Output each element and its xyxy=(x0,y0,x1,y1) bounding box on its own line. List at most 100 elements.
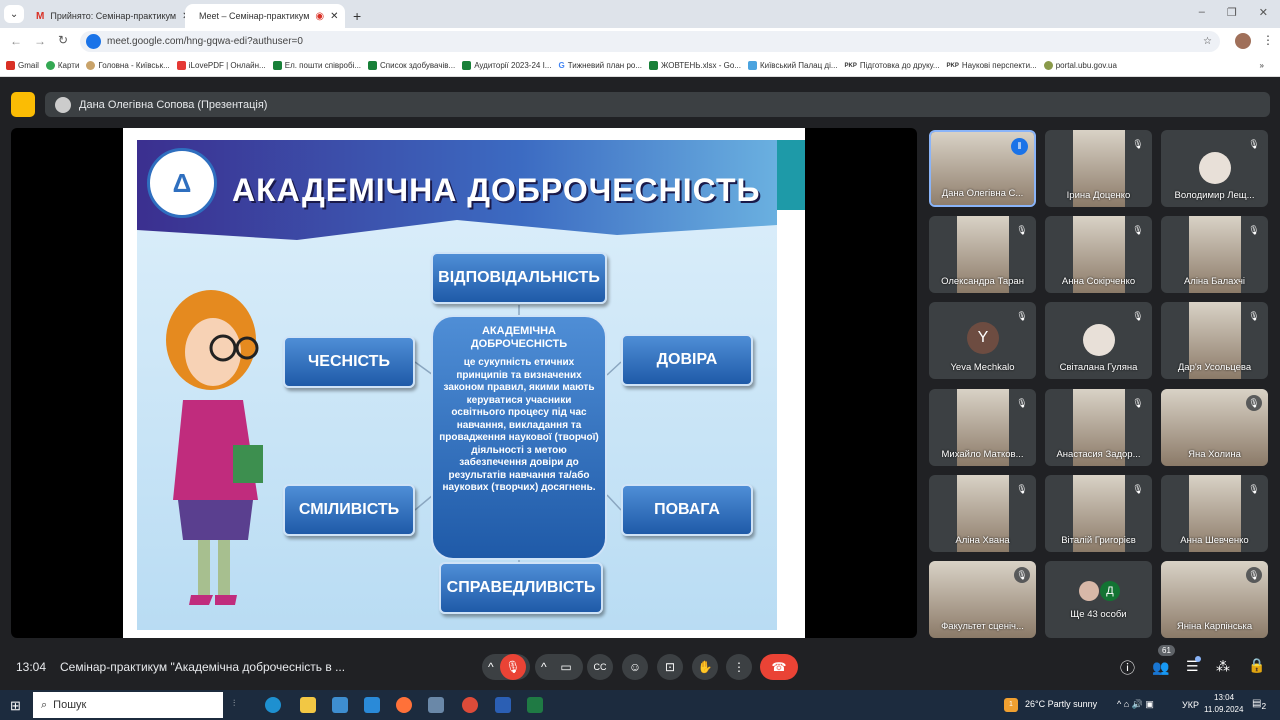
participant-name: Олександра Таран xyxy=(941,276,1024,287)
address-bar[interactable]: meet.google.com/hng-gqwa-edi?authuser=0 … xyxy=(80,31,1220,52)
value-box: ДОВІРА xyxy=(621,334,753,386)
taskbar-search[interactable]: ⌕ Пошук xyxy=(33,692,223,718)
excel-icon[interactable] xyxy=(527,697,543,713)
bookmark-item[interactable]: PKP Підготовка до друку... xyxy=(845,61,940,70)
participant-name: Володимир Лещ... xyxy=(1174,190,1255,201)
present-icon: ⊡ xyxy=(664,660,676,674)
windows-taskbar: ⊞ ⌕ Пошук ⫶ 1 26°C Partly sunny ^ ⌂ 🔊 ▣ У… xyxy=(0,690,1280,720)
profile-avatar[interactable] xyxy=(1235,33,1251,49)
back-button[interactable]: ← xyxy=(10,34,22,48)
tray-icons[interactable]: ^ ⌂ 🔊 ▣ xyxy=(1117,699,1154,710)
maps-icon xyxy=(45,61,55,70)
bookmark-star-icon[interactable]: ☆ xyxy=(1203,36,1212,47)
bookmark-item[interactable]: Gmail xyxy=(6,61,39,70)
mic-off-icon: 🎙 xyxy=(1130,222,1146,238)
camera-button[interactable]: ▭ xyxy=(553,654,579,680)
present-button[interactable]: ⊡ xyxy=(657,654,683,680)
chrome-icon[interactable] xyxy=(462,697,478,713)
participant-tile[interactable]: 🎙 Ірина Доценко xyxy=(1045,130,1152,207)
file-explorer-icon[interactable] xyxy=(300,697,316,713)
notifications-button[interactable]: ▤2 xyxy=(1252,698,1266,711)
info-button[interactable]: ⓘ xyxy=(1120,657,1135,678)
participant-tile[interactable]: 🎙 Віталій Григорієв xyxy=(1045,475,1152,552)
participant-tile[interactable]: 🎙 Світалана Гуляна xyxy=(1045,302,1152,379)
more-participants-tile[interactable]: Д Ще 43 особи xyxy=(1045,561,1152,638)
app-icon[interactable] xyxy=(428,697,444,713)
participant-tile[interactable]: ⦀ Дана Олегівна С... xyxy=(929,130,1036,207)
bookmark-item[interactable]: Головна - Київськ... xyxy=(86,61,170,70)
mic-off-icon: 🎙 xyxy=(505,660,521,674)
host-controls-button[interactable]: 🔒 xyxy=(1248,657,1265,674)
tab-meet[interactable]: Meet – Семінар-практикум ◉ ✕ xyxy=(185,4,345,28)
participant-tile[interactable]: 🎙 Анна Шевченко xyxy=(1161,475,1268,552)
firefox-icon[interactable] xyxy=(396,697,412,713)
people-button[interactable]: 👥 xyxy=(1152,659,1169,676)
mail-icon[interactable] xyxy=(364,697,380,713)
participant-tile[interactable]: 🎙 Анастасия Задор... xyxy=(1045,389,1152,466)
slide-content: Δ АКАДЕМІЧНА ДОБРОЧЕСНІСТЬ ВІДПОВІДАЛЬНІ… xyxy=(137,140,777,630)
value-box: ЧЕСНІСТЬ xyxy=(283,336,415,388)
tab-search-button[interactable]: ⌄ xyxy=(4,5,24,23)
emoji-button[interactable]: ☺ xyxy=(622,654,648,680)
participant-tile[interactable]: Y 🎙 Yeva Mechkalo xyxy=(929,302,1036,379)
store-icon[interactable] xyxy=(332,697,348,713)
raise-hand-button[interactable]: ✋ xyxy=(692,654,718,680)
participant-tile[interactable]: 🎙 Михайло Матков... xyxy=(929,389,1036,466)
clock-time[interactable]: 13:04 xyxy=(1214,693,1234,702)
participant-tile[interactable]: 🎙 Яна Холина xyxy=(1161,389,1268,466)
word-icon[interactable] xyxy=(495,697,511,713)
participant-tile[interactable]: 🎙 Аліна Балахчі xyxy=(1161,216,1268,293)
bookmark-item[interactable]: Київський Палац ді... xyxy=(747,61,838,70)
language-indicator[interactable]: УКР xyxy=(1182,700,1199,710)
participant-tile[interactable]: 🎙 Дар'я Усольцева xyxy=(1161,302,1268,379)
clock-date[interactable]: 11.09.2024 xyxy=(1204,705,1243,714)
mic-off-button[interactable]: 🎙 xyxy=(500,654,526,680)
participant-name: Ірина Доценко xyxy=(1066,190,1131,201)
new-tab-button[interactable]: + xyxy=(345,4,369,28)
close-icon[interactable]: ✕ xyxy=(330,11,338,22)
site-info-icon[interactable] xyxy=(86,34,101,49)
participant-count-badge: 61 xyxy=(1158,645,1175,656)
address-toolbar: ← → ↻ meet.google.com/hng-gqwa-edi?authu… xyxy=(0,28,1280,55)
activities-button[interactable]: ⁂ xyxy=(1216,658,1230,675)
menu-icon[interactable]: ⋮ xyxy=(1262,33,1274,47)
slide: Δ АКАДЕМІЧНА ДОБРОЧЕСНІСТЬ ВІДПОВІДАЛЬНІ… xyxy=(123,128,805,638)
participant-name: Анастасия Задор... xyxy=(1056,449,1141,460)
bookmark-item[interactable]: ЖОВТЕНЬ.xlsx - Go... xyxy=(649,61,741,70)
bookmark-item[interactable]: iLovePDF | Онлайн... xyxy=(176,61,266,70)
forward-button[interactable]: → xyxy=(34,34,46,48)
window-controls[interactable]: – ❐ ✕ xyxy=(1199,6,1268,19)
bookmark-item[interactable]: PKP Наукові перспекти... xyxy=(947,61,1037,70)
participant-tile[interactable]: 🎙 Володимир Лещ... xyxy=(1161,130,1268,207)
mic-off-icon: 🎙 xyxy=(1246,308,1262,324)
participant-tile[interactable]: 🎙 Аліна Хвана xyxy=(929,475,1036,552)
chat-unread-dot xyxy=(1195,656,1201,662)
presentation-stage: Δ АКАДЕМІЧНА ДОБРОЧЕСНІСТЬ ВІДПОВІДАЛЬНІ… xyxy=(11,128,917,638)
meeting-title[interactable]: Семінар-практикум "Академічна доброчесні… xyxy=(60,660,345,674)
participant-name: Аліна Балахчі xyxy=(1183,276,1246,287)
task-view-icon[interactable]: ⫶ xyxy=(233,698,235,709)
weather-text[interactable]: 26°C Partly sunny xyxy=(1025,699,1097,709)
more-options-button[interactable]: ⋮ xyxy=(726,654,752,680)
captions-button[interactable]: CC xyxy=(587,654,613,680)
sheets-icon xyxy=(462,61,472,70)
participant-tile[interactable]: 🎙 Анна Сокірченко xyxy=(1045,216,1152,293)
weather-icon[interactable]: 1 xyxy=(1004,698,1018,712)
participant-tile[interactable]: 🎙 Факультет сценіч... xyxy=(929,561,1036,638)
reload-button[interactable]: ↻ xyxy=(58,33,68,47)
more-bookmarks-button[interactable]: » xyxy=(1260,61,1264,70)
edge-icon[interactable] xyxy=(265,697,281,713)
leave-call-button[interactable]: ☎ xyxy=(760,654,798,680)
tab-gmail[interactable]: M Прийнято: Семінар-практикум ✕ xyxy=(28,4,191,28)
bookmark-item[interactable]: portal.ubu.gov.ua xyxy=(1043,61,1117,70)
participant-name: Yeva Mechkalo xyxy=(950,362,1015,373)
participant-tile[interactable]: 🎙 Олександра Таран xyxy=(929,216,1036,293)
start-button[interactable]: ⊞ xyxy=(10,698,21,714)
bookmark-item[interactable]: Карти xyxy=(45,61,79,70)
participant-tile[interactable]: 🎙 Яніна Карпінська xyxy=(1161,561,1268,638)
bookmark-item[interactable]: Аудиторії 2023-24 I... xyxy=(462,61,551,70)
presentation-icon[interactable] xyxy=(11,92,35,117)
bookmark-item[interactable]: Список здобувачів... xyxy=(368,61,455,70)
bookmark-item[interactable]: Ел. пошти співробі... xyxy=(272,61,361,70)
bookmark-item[interactable]: G Тижневий план ро... xyxy=(558,61,642,70)
